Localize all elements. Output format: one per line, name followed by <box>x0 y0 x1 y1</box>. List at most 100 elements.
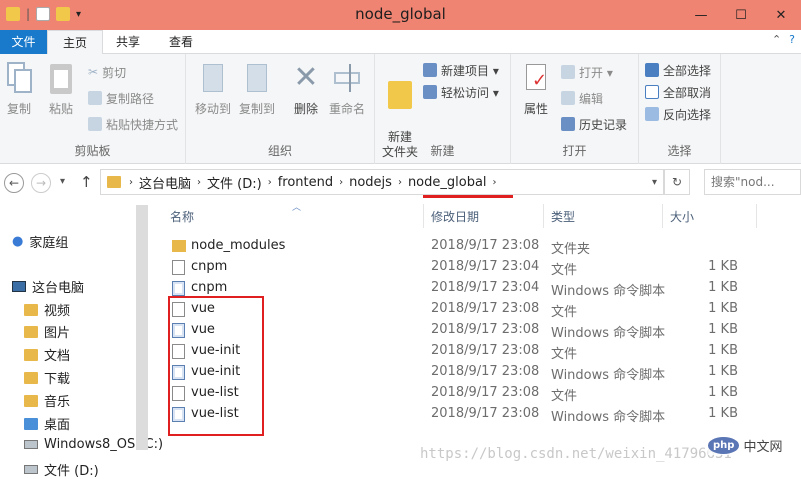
column-date[interactable]: 修改日期 <box>431 208 479 225</box>
copy-to-button[interactable]: 复制到 <box>234 60 280 117</box>
sort-ascending-icon: ︿ <box>292 203 302 213</box>
easy-access-button[interactable]: 轻松访问 ▾ <box>423 82 499 102</box>
up-button[interactable]: ↑ <box>80 173 93 191</box>
history-icon <box>561 117 575 131</box>
back-button[interactable]: ← <box>4 173 24 193</box>
downloads-icon <box>24 371 38 384</box>
maximize-button[interactable]: ☐ <box>721 0 761 30</box>
column-type[interactable]: 类型 <box>551 208 575 225</box>
nav-item-music[interactable]: 音乐 <box>24 391 70 410</box>
title-bar: | ▾ node_global — ☐ ✕ <box>0 0 801 30</box>
address-dropdown-icon[interactable]: ▾ <box>652 177 657 188</box>
drive-d-icon <box>24 465 38 474</box>
nav-item-homegroup[interactable]: ● 家庭组 <box>12 232 68 251</box>
copy-button[interactable]: 复制 <box>0 60 42 117</box>
paste-button[interactable]: 粘贴 <box>38 60 84 117</box>
organize-group: 移动到 复制到 ✕ 删除 重命名 组织 <box>186 54 375 164</box>
nav-scrollbar[interactable] <box>136 205 148 450</box>
file-icon <box>172 260 185 275</box>
help-icon[interactable]: ? <box>789 33 795 46</box>
nav-item-downloads[interactable]: 下载 <box>24 368 70 387</box>
search-input[interactable]: 搜索"nod... <box>704 169 801 195</box>
paste-icon <box>45 60 77 96</box>
breadcrumb-nodejs[interactable]: nodejs <box>349 175 392 190</box>
file-date: 2018/9/17 23:08 <box>431 301 540 316</box>
breadcrumb-frontend[interactable]: frontend <box>278 175 333 190</box>
drive-c-icon <box>24 440 38 449</box>
select-none-icon <box>645 85 659 99</box>
minimize-button[interactable]: — <box>681 0 721 30</box>
paste-shortcut-button[interactable]: 粘贴快捷方式 <box>88 114 178 134</box>
address-bar[interactable]: › 这台电脑 › 文件 (D:) › frontend › nodejs › n… <box>100 169 664 195</box>
nav-item-videos[interactable]: 视频 <box>24 300 70 319</box>
move-to-icon <box>197 60 229 96</box>
music-icon <box>24 394 38 407</box>
nav-item-drive-d[interactable]: 文件 (D:) <box>24 460 99 479</box>
watermark: https://blog.csdn.net/weixin_41796631 <box>420 446 732 462</box>
invert-selection-icon <box>645 107 659 121</box>
nav-item-thispc[interactable]: 这台电脑 <box>12 277 84 296</box>
file-row[interactable]: node_modules 2018/9/17 23:08 文件夹 <box>170 236 790 257</box>
tab-home[interactable]: 主页 <box>47 30 103 55</box>
edit-icon <box>561 91 575 105</box>
videos-icon <box>24 303 38 316</box>
file-type: 文件 <box>551 305 578 320</box>
file-date: 2018/9/17 23:08 <box>431 238 540 253</box>
column-size[interactable]: 大小 <box>670 208 694 225</box>
breadcrumb-drive-d[interactable]: 文件 (D:) <box>207 173 262 192</box>
folder-icon <box>107 176 121 188</box>
tab-file[interactable]: 文件 <box>0 30 47 54</box>
file-type: Windows 命令脚本 <box>551 326 666 341</box>
breadcrumb-thispc[interactable]: 这台电脑 <box>139 173 191 192</box>
file-size: 1 KB <box>708 364 738 379</box>
new-group: 新建 文件夹 新建项目 ▾ 轻松访问 ▾ 新建 <box>375 54 511 164</box>
history-button[interactable]: 历史记录 <box>561 114 627 134</box>
nav-item-documents[interactable]: 文档 <box>24 345 70 364</box>
file-type: 文件夹 <box>551 242 591 257</box>
column-name[interactable]: 名称 <box>170 208 194 225</box>
new-item-button[interactable]: 新建项目 ▾ <box>423 60 499 80</box>
homegroup-icon: ● <box>12 234 24 249</box>
refresh-button[interactable]: ↻ <box>664 169 690 195</box>
file-date: 2018/9/17 23:04 <box>431 259 540 274</box>
cut-button[interactable]: ✂ 剪切 <box>88 62 126 82</box>
recent-locations-button[interactable]: ▾ <box>60 176 65 187</box>
rename-button[interactable]: 重命名 <box>324 60 370 117</box>
select-all-button[interactable]: 全部选择 <box>645 60 711 80</box>
select-none-button[interactable]: 全部取消 <box>645 82 711 102</box>
nav-item-pictures[interactable]: 图片 <box>24 322 70 341</box>
script-icon <box>172 281 185 296</box>
file-row[interactable]: cnpm 2018/9/17 23:04 文件 1 KB <box>170 257 790 278</box>
new-item-icon <box>423 63 437 77</box>
tab-view[interactable]: 查看 <box>155 30 207 54</box>
highlight-box <box>168 296 264 436</box>
file-size: 1 KB <box>708 343 738 358</box>
move-to-button[interactable]: 移动到 <box>190 60 236 117</box>
select-group: 全部选择 全部取消 反向选择 选择 <box>639 54 721 164</box>
address-area: ← → ▾ ↑ › 这台电脑 › 文件 (D:) › frontend › no… <box>0 164 801 200</box>
invert-selection-button[interactable]: 反向选择 <box>645 104 711 124</box>
open-group-label: 打开 <box>562 144 587 158</box>
properties-button[interactable]: ✓ 属性 <box>513 60 559 117</box>
edit-button[interactable]: 编辑 <box>561 88 603 108</box>
close-button[interactable]: ✕ <box>761 0 801 30</box>
select-all-icon <box>645 63 659 77</box>
file-name: node_modules <box>191 238 286 253</box>
copy-path-button[interactable]: 复制路径 <box>88 88 154 108</box>
file-name: cnpm <box>191 259 228 274</box>
file-type: Windows 命令脚本 <box>551 368 666 383</box>
file-size: 1 KB <box>708 301 738 316</box>
delete-icon: ✕ <box>293 60 319 95</box>
delete-button[interactable]: ✕ 删除 <box>283 60 329 117</box>
nav-item-desktop[interactable]: 桌面 <box>24 414 70 433</box>
forward-button[interactable]: → <box>31 173 51 193</box>
file-size: 1 KB <box>708 280 738 295</box>
file-size: 1 KB <box>708 406 738 421</box>
pictures-icon <box>24 325 38 338</box>
collapse-ribbon-icon[interactable]: ⌃ <box>772 33 781 46</box>
open-button[interactable]: 打开 ▾ <box>561 62 613 82</box>
tab-share[interactable]: 共享 <box>104 30 152 54</box>
breadcrumb-node-global[interactable]: node_global <box>408 175 487 190</box>
scissors-icon: ✂ <box>88 65 99 79</box>
new-folder-icon <box>384 75 416 111</box>
